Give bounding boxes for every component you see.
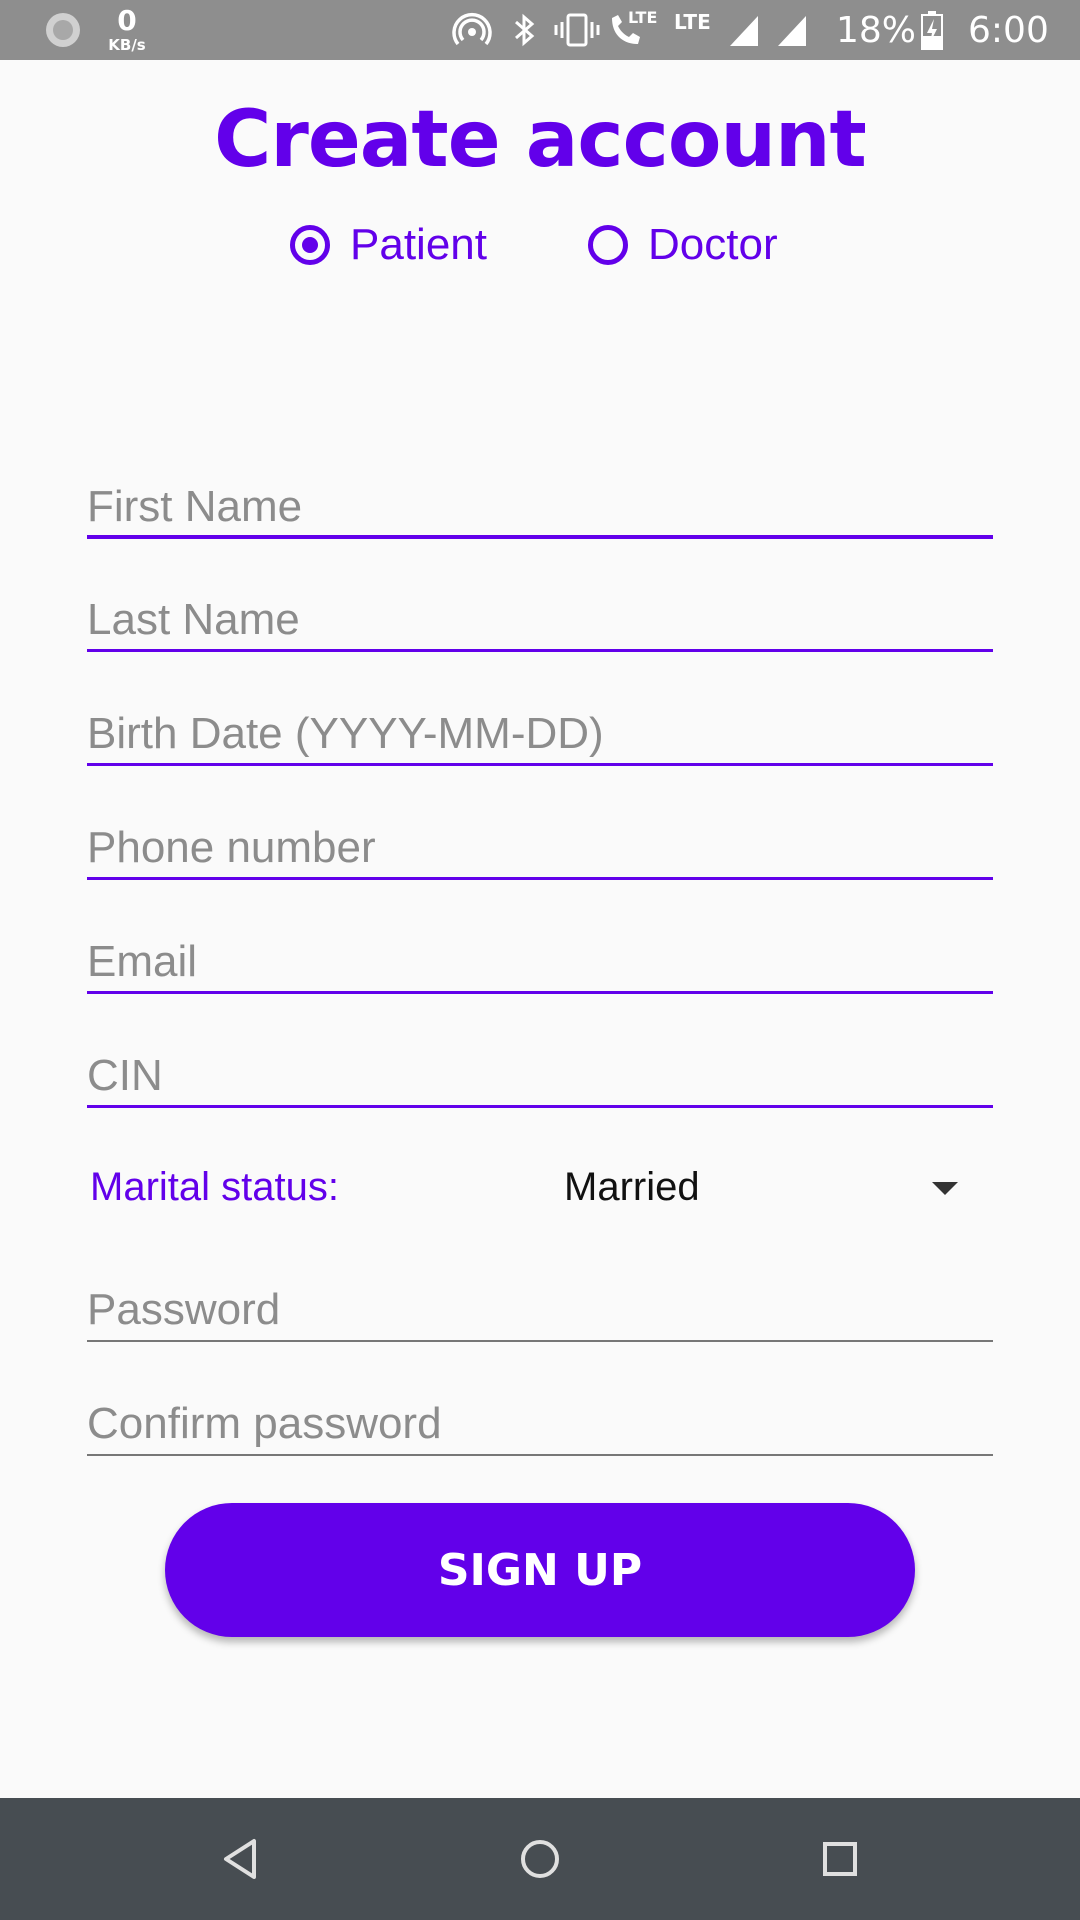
- battery-percent: 18%: [836, 10, 917, 51]
- back-icon[interactable]: [210, 1829, 270, 1889]
- vibrate-icon: [554, 13, 600, 47]
- bluetooth-icon: [515, 13, 535, 47]
- signal-icon: [778, 16, 806, 46]
- confirm-password-field[interactable]: [87, 1396, 993, 1452]
- page-title: Create account: [214, 95, 867, 185]
- net-speed-value: 0: [117, 4, 137, 37]
- cin-field-container: [87, 1048, 993, 1108]
- marital-status-value: Married: [564, 1165, 700, 1209]
- marital-status-label: Marital status:: [90, 1165, 339, 1209]
- email-field-container: [87, 934, 993, 994]
- birth-date-field[interactable]: [87, 706, 993, 762]
- last-name-field-container: [87, 592, 993, 652]
- password-field-container: [87, 1282, 993, 1342]
- spinner-icon: [46, 13, 80, 47]
- lte-primary: LTE: [628, 8, 658, 27]
- radio-unchecked-icon: [588, 225, 628, 265]
- navigation-bar: [0, 1798, 1080, 1920]
- hotspot-icon: [452, 13, 492, 46]
- birth-date-field-container: [87, 706, 993, 766]
- marital-status-dropdown[interactable]: Married: [548, 1152, 968, 1224]
- phone-field-container: [87, 820, 993, 880]
- radio-doctor[interactable]: Doctor: [588, 212, 778, 278]
- recents-icon[interactable]: [810, 1829, 870, 1889]
- phone-field[interactable]: [87, 820, 993, 876]
- signal-icon: [730, 16, 758, 46]
- radio-checked-icon: [290, 225, 330, 265]
- password-field[interactable]: [87, 1282, 993, 1338]
- battery-charging-icon: [921, 11, 943, 50]
- first-name-field[interactable]: [87, 479, 993, 535]
- clock: 6:00: [968, 10, 1049, 51]
- dropdown-arrow-icon: [932, 1182, 958, 1195]
- confirm-password-field-container: [87, 1396, 993, 1456]
- radio-doctor-label: Doctor: [648, 220, 778, 269]
- radio-patient[interactable]: Patient: [290, 212, 487, 278]
- last-name-field[interactable]: [87, 592, 993, 648]
- home-icon[interactable]: [510, 1829, 570, 1889]
- cin-field[interactable]: [87, 1048, 993, 1104]
- lte-secondary: LTE: [674, 10, 711, 34]
- sign-up-button[interactable]: SIGN UP: [165, 1503, 915, 1637]
- email-field[interactable]: [87, 934, 993, 990]
- radio-patient-label: Patient: [350, 220, 487, 269]
- net-speed-unit: KB/s: [108, 36, 146, 54]
- first-name-field-container: [87, 479, 993, 539]
- status-bar: 0 KB/s LTE LTE 18% 6:00: [0, 0, 1080, 60]
